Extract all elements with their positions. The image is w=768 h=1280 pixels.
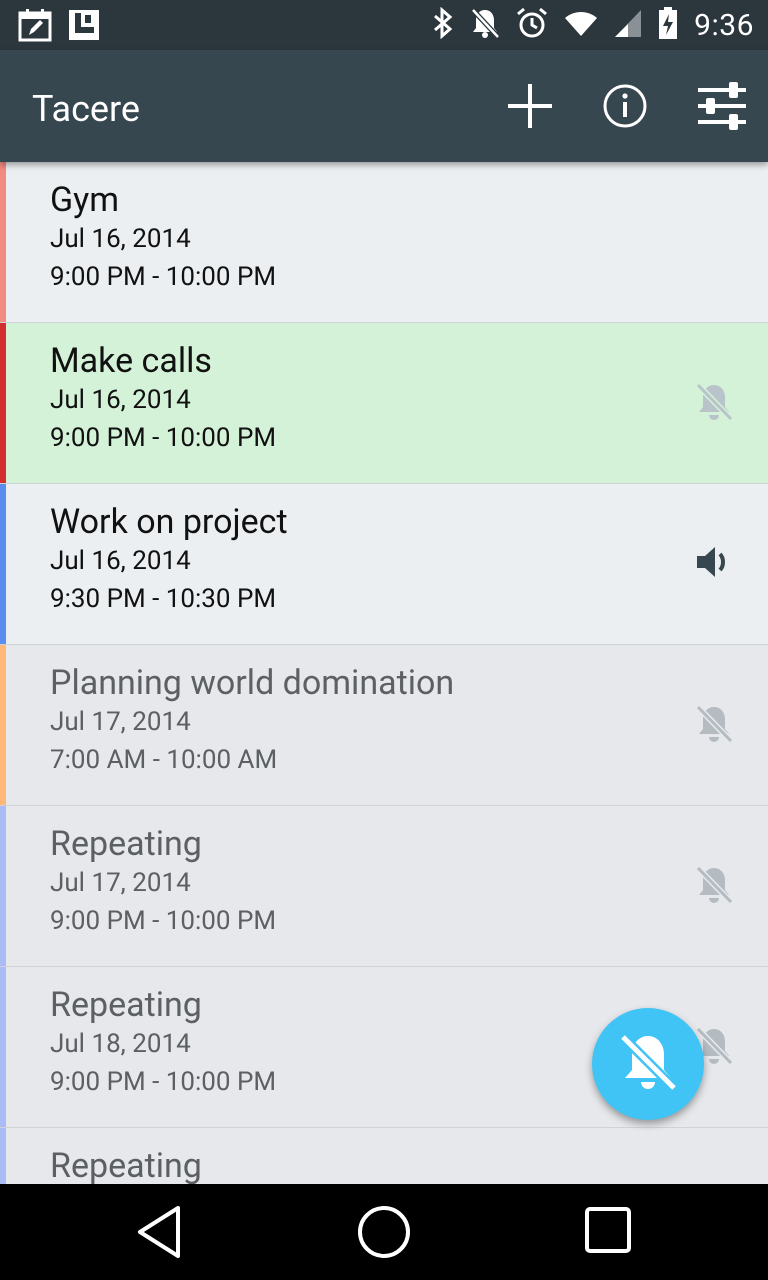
battery-charging-icon	[658, 6, 678, 44]
wifi-icon	[564, 9, 598, 41]
bell-off-icon[interactable]	[694, 864, 734, 910]
status-bar: 9:36	[0, 0, 768, 50]
event-color-bar	[0, 323, 6, 483]
app-title: Tacere	[32, 88, 140, 130]
event-color-bar	[0, 967, 6, 1127]
event-item[interactable]: Gym Jul 16, 2014 9:00 PM - 10:00 PM	[0, 162, 768, 323]
home-icon[interactable]	[356, 1204, 412, 1264]
info-icon[interactable]	[602, 83, 648, 133]
bell-off-icon	[616, 1030, 680, 1098]
event-date: Jul 16, 2014	[50, 224, 191, 254]
event-time: 9:00 PM - 10:00 PM	[50, 906, 277, 936]
event-title: Work on project	[50, 502, 288, 542]
event-color-bar	[0, 645, 6, 805]
event-item[interactable]: Work on project Jul 16, 2014 9:30 PM - 1…	[0, 484, 768, 645]
event-date: Jul 16, 2014	[50, 385, 191, 415]
event-date: Jul 17, 2014	[50, 707, 191, 737]
event-title: Gym	[50, 180, 120, 220]
back-icon[interactable]	[134, 1204, 184, 1264]
event-color-bar	[0, 484, 6, 644]
signal-icon	[614, 8, 642, 42]
alarm-icon	[516, 7, 548, 43]
notifications-off-icon	[470, 7, 500, 43]
event-color-bar	[0, 1128, 6, 1184]
event-title: Repeating	[50, 824, 202, 864]
add-icon[interactable]	[506, 82, 554, 134]
event-color-bar	[0, 806, 6, 966]
event-time: 7:00 AM - 10:00 AM	[50, 745, 278, 775]
event-title: Repeating	[50, 985, 202, 1025]
app-bar: Tacere	[0, 50, 768, 162]
event-item[interactable]: Planning world domination Jul 17, 2014 7…	[0, 645, 768, 806]
event-title: Make calls	[50, 341, 212, 381]
event-time: 9:00 PM - 10:00 PM	[50, 423, 277, 453]
event-item[interactable]: Make calls Jul 16, 2014 9:00 PM - 10:00 …	[0, 323, 768, 484]
event-date: Jul 18, 2014	[50, 1029, 191, 1059]
event-color-bar	[0, 162, 6, 322]
event-time: 9:00 PM - 10:00 PM	[50, 1067, 277, 1097]
event-date: Jul 17, 2014	[50, 868, 191, 898]
event-item[interactable]: Repeating Jul 17, 2014 9:00 PM - 10:00 P…	[0, 806, 768, 967]
bluetooth-icon	[432, 6, 454, 43]
calendar-edit-icon	[18, 8, 52, 46]
event-time: 9:00 PM - 10:00 PM	[50, 262, 277, 292]
volume-icon[interactable]	[694, 542, 734, 586]
event-time: 9:30 PM - 10:30 PM	[50, 584, 277, 614]
bell-off-icon[interactable]	[694, 381, 734, 427]
settings-sliders-icon[interactable]	[696, 80, 748, 136]
event-title: Planning world domination	[50, 663, 455, 703]
status-time: 9:36	[694, 7, 754, 43]
bell-off-icon[interactable]	[694, 703, 734, 749]
event-item[interactable]: Repeating	[0, 1128, 768, 1184]
event-date: Jul 16, 2014	[50, 546, 191, 576]
quick-silence-button[interactable]	[592, 1008, 704, 1120]
launcher-icon	[68, 9, 100, 45]
navigation-bar	[0, 1184, 768, 1280]
recents-icon[interactable]	[584, 1204, 632, 1260]
event-title: Repeating	[50, 1146, 202, 1184]
